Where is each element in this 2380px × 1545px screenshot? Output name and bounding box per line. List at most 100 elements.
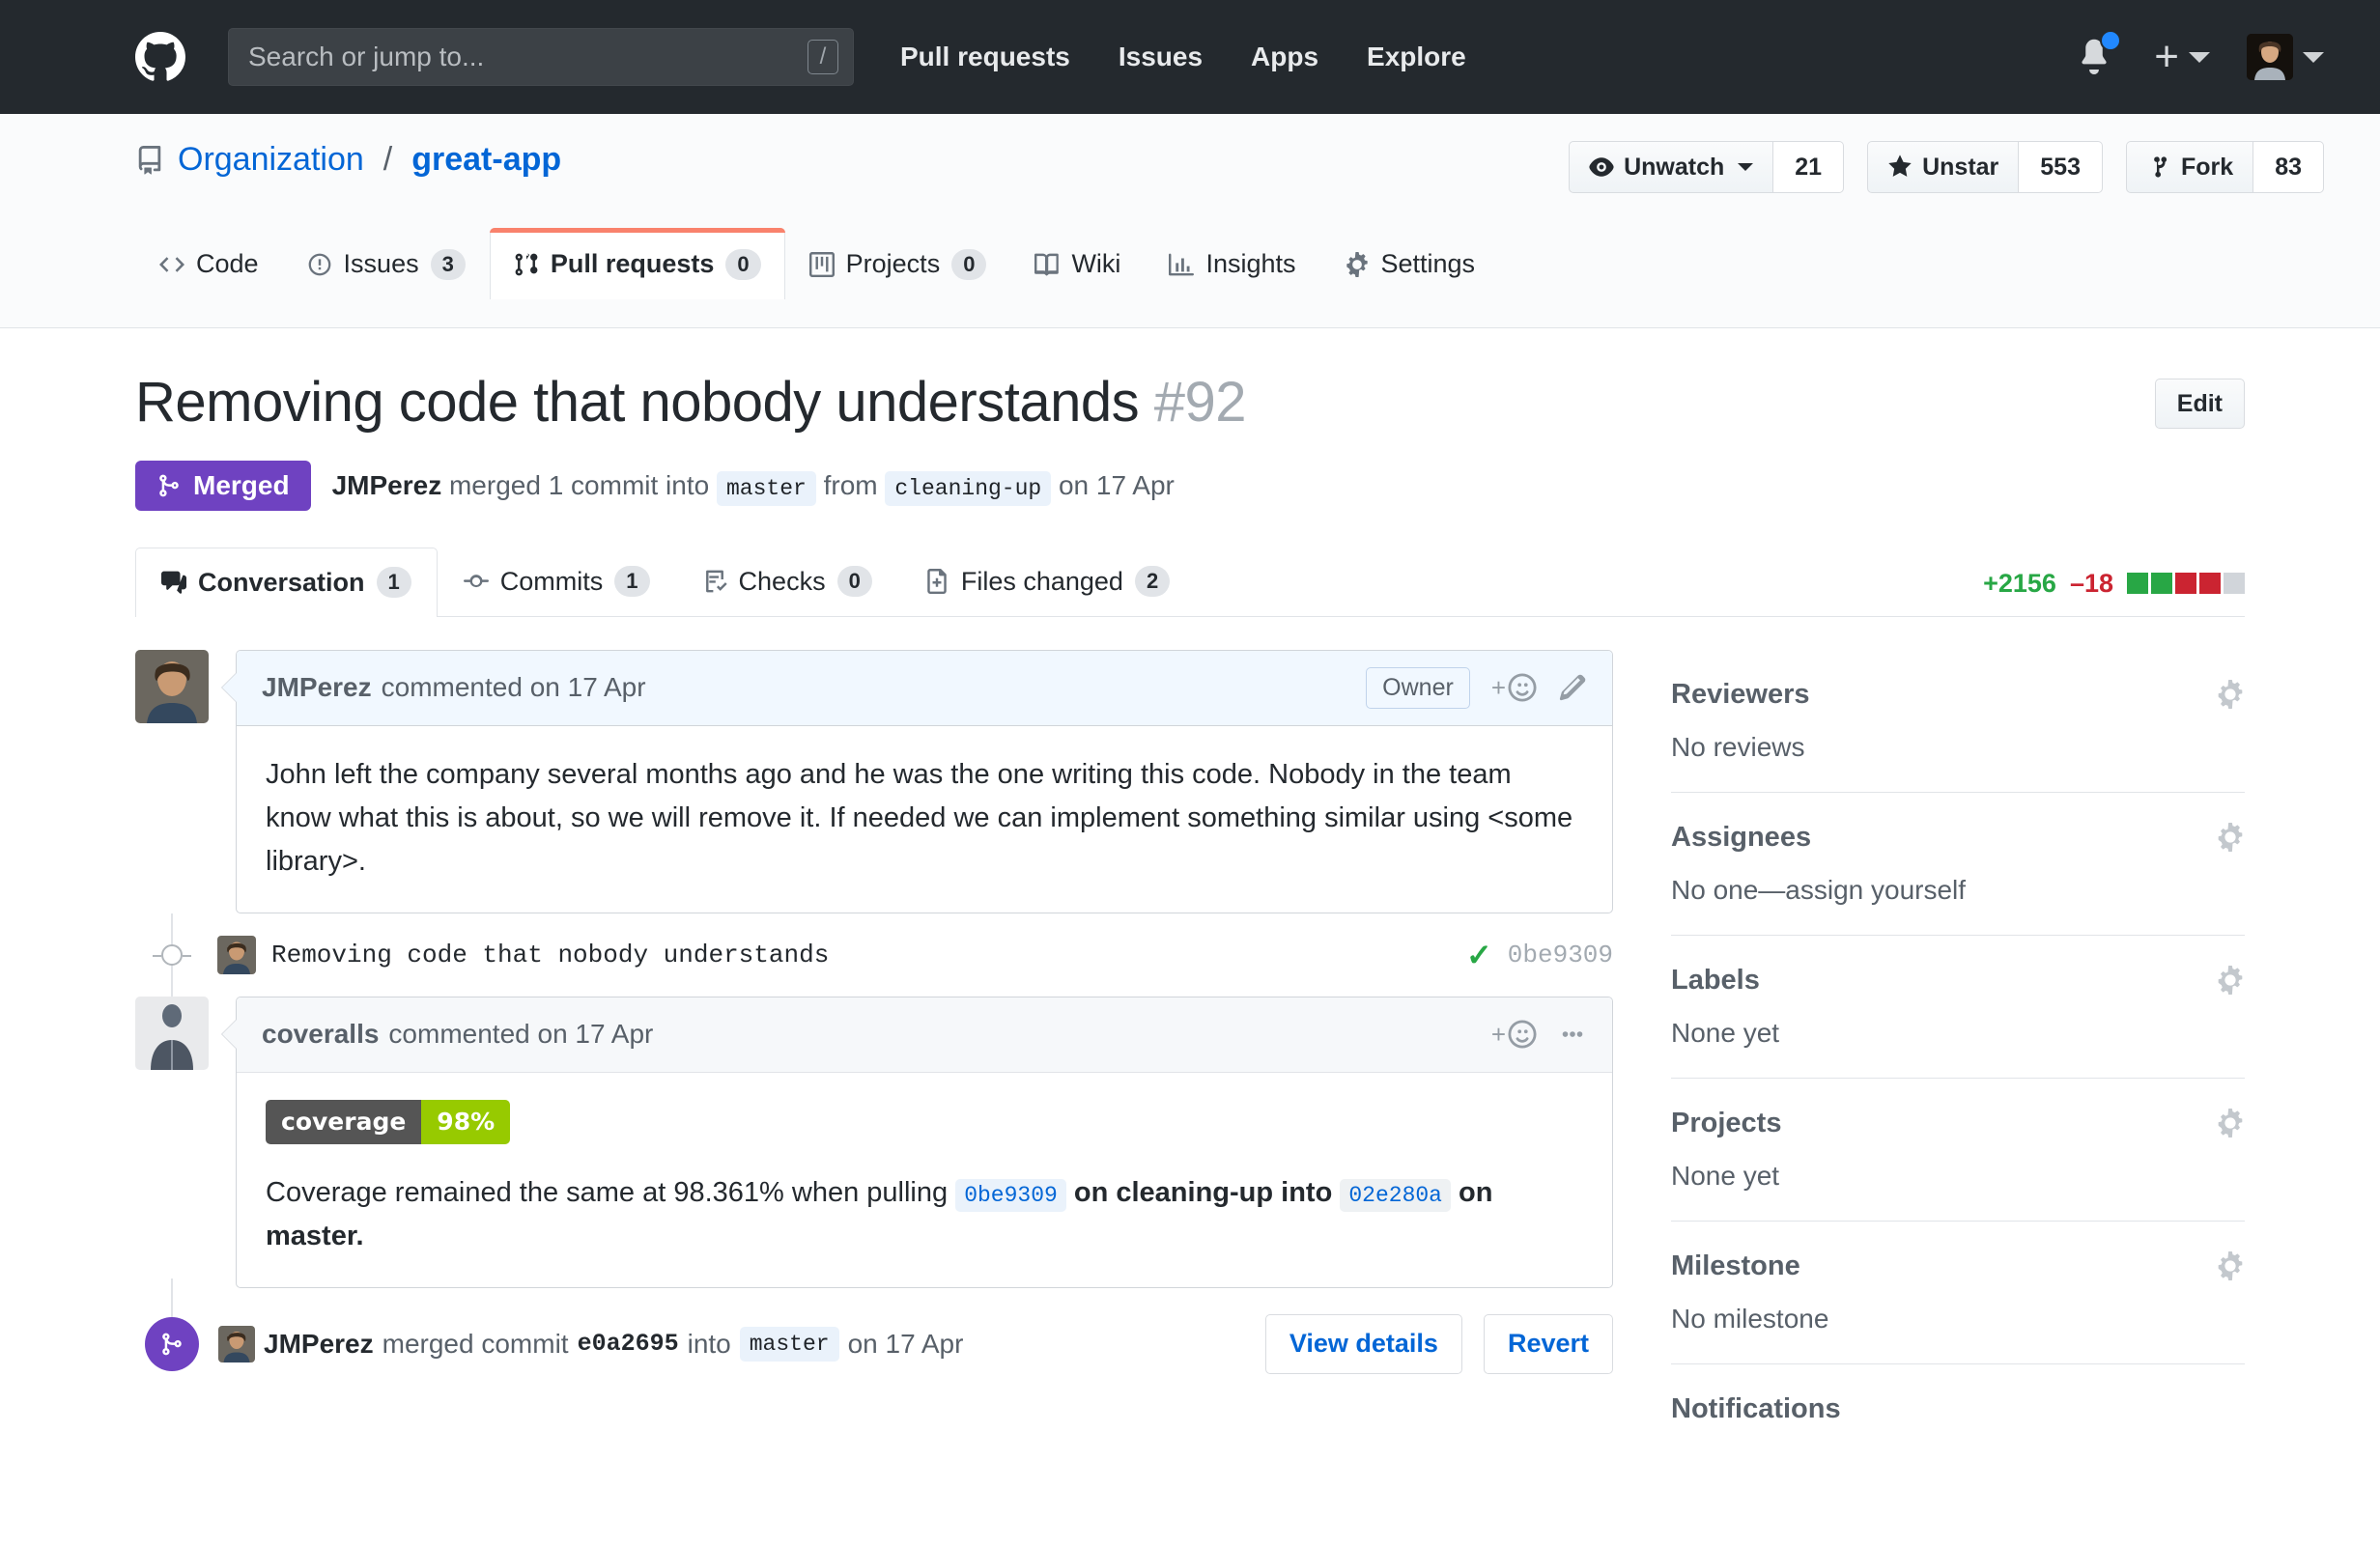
gear-icon[interactable] bbox=[2216, 1109, 2245, 1138]
pull-request-sidebar: Reviewers No reviews Assignees No one—as… bbox=[1652, 650, 2245, 1454]
tab-checks[interactable]: Checks 0 bbox=[676, 547, 898, 616]
tab-commits[interactable]: Commits 1 bbox=[438, 547, 676, 616]
gear-icon bbox=[1345, 252, 1370, 277]
nav-pull-requests[interactable]: Pull requests bbox=[900, 42, 1070, 72]
notification-unread-dot bbox=[2100, 30, 2121, 51]
repo-tab-insights[interactable]: Insights bbox=[1145, 228, 1319, 299]
create-new-menu[interactable]: + bbox=[2154, 42, 2210, 71]
commit-status-area: ✓ 0be9309 bbox=[1466, 937, 1613, 973]
pull-request-meta: Merged JMPerez merged 1 commit into mast… bbox=[135, 461, 2245, 511]
repo-tab-wiki[interactable]: Wiki bbox=[1010, 228, 1145, 299]
check-icon[interactable]: ✓ bbox=[1466, 937, 1492, 973]
pencil-icon[interactable] bbox=[1558, 673, 1587, 702]
pr-number: #92 bbox=[1154, 371, 1246, 434]
repo-name-link[interactable]: great-app bbox=[411, 141, 561, 179]
view-details-button[interactable]: View details bbox=[1265, 1314, 1462, 1374]
conversation-column: JMPerez commented on 17 Apr Owner + bbox=[135, 650, 1613, 1454]
fork-count[interactable]: 83 bbox=[2253, 141, 2324, 193]
avatar[interactable] bbox=[217, 936, 256, 974]
avatar[interactable] bbox=[218, 1326, 255, 1362]
sidebar-section-title: Notifications bbox=[1671, 1393, 1841, 1425]
watch-count[interactable]: 21 bbox=[1773, 141, 1844, 193]
book-icon bbox=[1034, 252, 1060, 277]
tab-conversation[interactable]: Conversation 1 bbox=[135, 548, 438, 617]
unwatch-button[interactable]: Unwatch bbox=[1569, 141, 1773, 193]
repo-tab-settings[interactable]: Settings bbox=[1320, 228, 1500, 299]
diff-stat-block bbox=[2175, 573, 2196, 594]
comment-author[interactable]: JMPerez bbox=[262, 672, 372, 703]
merge-event-branch[interactable]: master bbox=[740, 1327, 839, 1362]
nav-issues[interactable]: Issues bbox=[1119, 42, 1203, 72]
git-pull-request-icon bbox=[514, 252, 539, 277]
comment-header-actions: + bbox=[1491, 1020, 1587, 1050]
kebab-horizontal-icon[interactable] bbox=[1558, 1020, 1587, 1049]
tab-label: Checks bbox=[739, 567, 826, 597]
coverage-text-mid-1: on cleaning-up into bbox=[1074, 1177, 1332, 1208]
merge-event-buttons: View details Revert bbox=[1265, 1314, 1613, 1374]
repo-tab-issues[interactable]: Issues 3 bbox=[283, 228, 490, 299]
pull-request-header: Removing code that nobody understands #9… bbox=[0, 328, 2380, 511]
repo-tab-code[interactable]: Code bbox=[135, 228, 283, 299]
base-branch-chip[interactable]: master bbox=[717, 471, 816, 506]
tab-files-changed[interactable]: Files changed 2 bbox=[898, 547, 1196, 616]
repo-tab-projects[interactable]: Projects 0 bbox=[785, 228, 1011, 299]
avatar[interactable] bbox=[135, 650, 209, 723]
unstar-label: Unstar bbox=[1922, 154, 1998, 182]
breadcrumb: Organization / great-app bbox=[135, 141, 561, 179]
commit-sha[interactable]: 0be9309 bbox=[1508, 941, 1613, 969]
sidebar-section-header: Notifications bbox=[1671, 1368, 2245, 1425]
avatar[interactable] bbox=[135, 997, 209, 1070]
sidebar-section-value[interactable]: No one—assign yourself bbox=[1671, 875, 2245, 906]
github-logo-icon[interactable] bbox=[135, 32, 185, 82]
fork-button-group: Fork 83 bbox=[2126, 141, 2324, 193]
checklist-icon bbox=[702, 568, 727, 595]
search-input[interactable] bbox=[228, 28, 854, 86]
git-merge-icon bbox=[156, 471, 182, 500]
comment-author[interactable]: coveralls bbox=[262, 1019, 379, 1050]
coverage-summary-text: Coverage remained the same at 98.361% wh… bbox=[266, 1171, 1583, 1258]
add-reaction-icon[interactable]: + bbox=[1491, 1020, 1537, 1050]
merge-event-text: JMPerez merged commit e0a2695 into maste… bbox=[218, 1326, 963, 1362]
fork-button[interactable]: Fork bbox=[2126, 141, 2253, 193]
sidebar-section-value: No milestone bbox=[1671, 1304, 2245, 1334]
chevron-down-icon bbox=[2303, 52, 2324, 63]
merge-event-author[interactable]: JMPerez bbox=[264, 1329, 374, 1360]
unstar-button[interactable]: Unstar bbox=[1867, 141, 2019, 193]
repo-tab-label: Projects bbox=[846, 249, 941, 279]
repo-tab-count: 3 bbox=[431, 249, 466, 280]
commit-message[interactable]: Removing code that nobody understands bbox=[271, 941, 829, 969]
sidebar-section-header: Reviewers bbox=[1671, 654, 2245, 711]
plus-icon: + bbox=[2154, 42, 2179, 71]
comment-header: JMPerez commented on 17 Apr Owner + bbox=[237, 651, 1612, 726]
edit-button[interactable]: Edit bbox=[2155, 379, 2245, 429]
notifications-button[interactable] bbox=[2075, 34, 2117, 80]
diff-stat: +2156 –18 bbox=[1983, 569, 2245, 616]
user-menu[interactable] bbox=[2247, 34, 2324, 80]
gear-icon[interactable] bbox=[2216, 823, 2245, 852]
gear-icon[interactable] bbox=[2216, 1251, 2245, 1280]
chevron-down-icon bbox=[2189, 52, 2210, 63]
gear-icon[interactable] bbox=[2216, 680, 2245, 709]
pr-author[interactable]: JMPerez bbox=[332, 470, 442, 500]
repo-owner-link[interactable]: Organization bbox=[178, 141, 364, 179]
add-reaction-icon[interactable]: + bbox=[1491, 673, 1537, 703]
sidebar-section-title: Reviewers bbox=[1671, 679, 1810, 711]
repo-tab-pull-requests[interactable]: Pull requests 0 bbox=[490, 228, 785, 299]
gear-icon[interactable] bbox=[2216, 966, 2245, 995]
nav-apps[interactable]: Apps bbox=[1251, 42, 1318, 72]
tab-count: 2 bbox=[1135, 566, 1170, 597]
pr-from-text: from bbox=[824, 470, 878, 500]
sidebar-section-projects: Projects None yet bbox=[1671, 1079, 2245, 1222]
revert-button[interactable]: Revert bbox=[1484, 1314, 1613, 1374]
coverage-text-mid-2: on bbox=[1459, 1177, 1492, 1208]
coverage-base-sha[interactable]: 02e280a bbox=[1340, 1179, 1451, 1212]
merge-event-sha[interactable]: e0a2695 bbox=[578, 1330, 679, 1358]
comment-discussion-icon bbox=[161, 569, 186, 596]
sidebar-section-reviewers: Reviewers No reviews bbox=[1671, 650, 2245, 793]
repo-tab-label: Insights bbox=[1205, 249, 1295, 279]
pr-title-text: Removing code that nobody understands bbox=[135, 371, 1139, 434]
coverage-head-sha[interactable]: 0be9309 bbox=[955, 1179, 1066, 1212]
head-branch-chip[interactable]: cleaning-up bbox=[885, 471, 1051, 506]
nav-explore[interactable]: Explore bbox=[1367, 42, 1466, 72]
star-count[interactable]: 553 bbox=[2019, 141, 2103, 193]
